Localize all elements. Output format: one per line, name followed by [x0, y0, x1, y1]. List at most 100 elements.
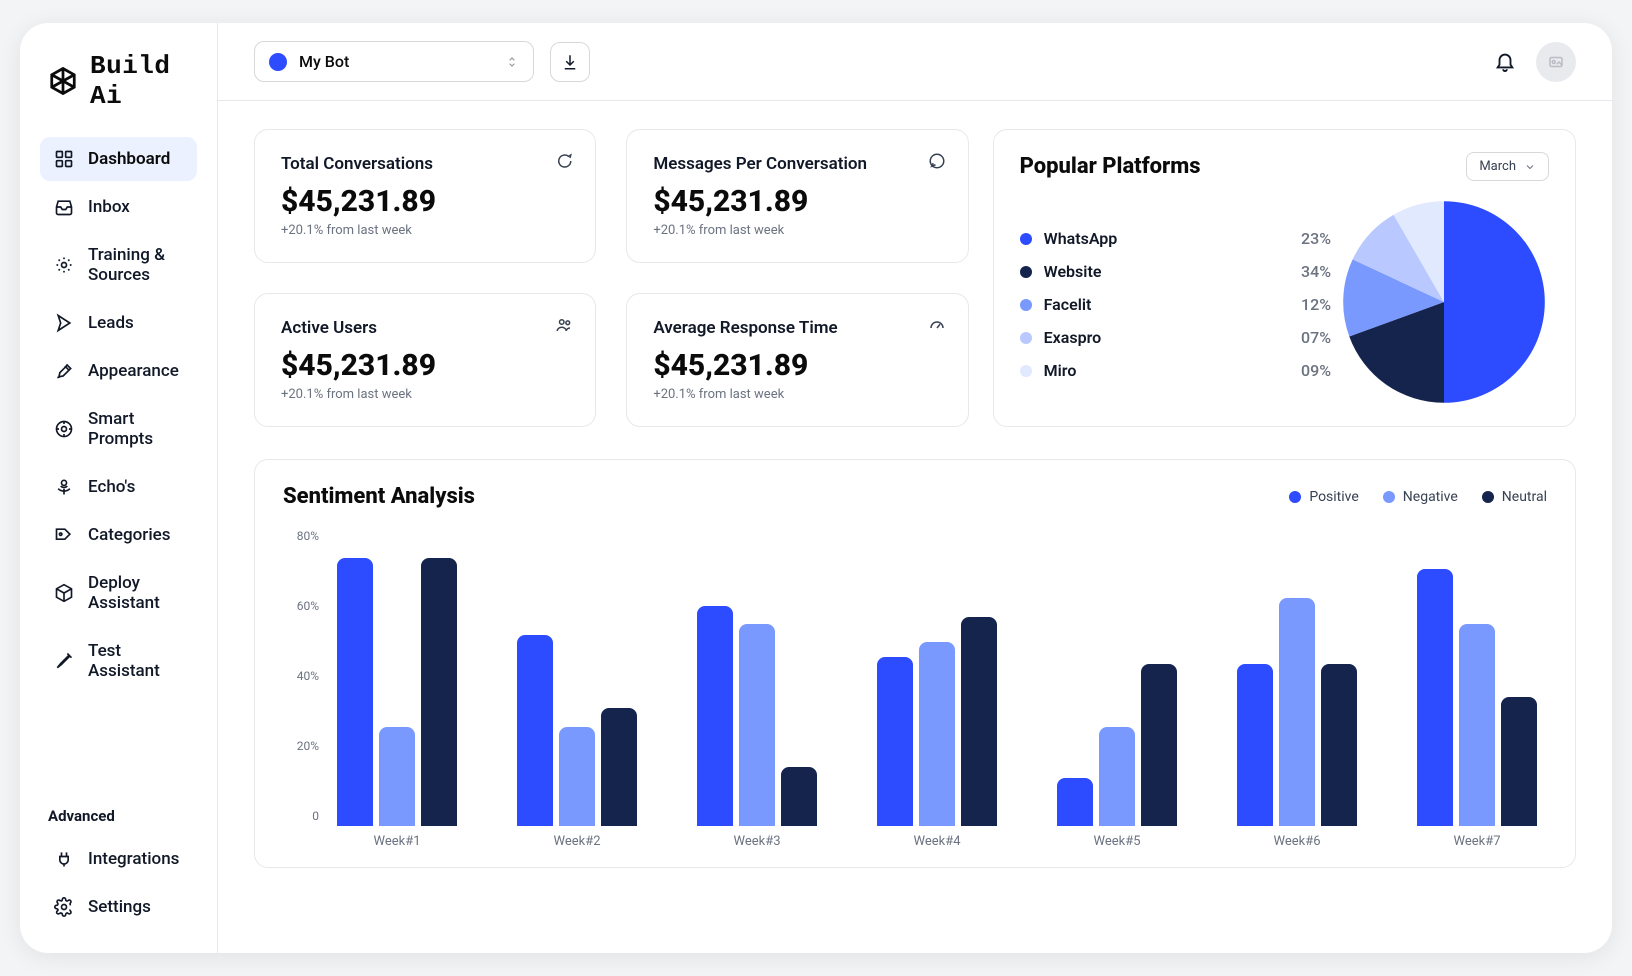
bar-neutral	[1321, 664, 1357, 826]
sidebar-item-smart-prompts[interactable]: Smart Prompts	[40, 397, 197, 461]
appearance-icon	[54, 361, 74, 381]
bot-selector[interactable]: My Bot	[254, 41, 534, 82]
chevron-down-icon	[1524, 161, 1536, 173]
sidebar-item-deploy[interactable]: Deploy Assistant	[40, 561, 197, 625]
platform-legend-row: WhatsApp 23%	[1020, 229, 1331, 248]
bar-positive	[1057, 778, 1093, 826]
bar-neutral	[1141, 664, 1177, 826]
sidebar-item-label: Categories	[88, 525, 171, 545]
deploy-icon	[54, 583, 74, 603]
sidebar-item-appearance[interactable]: Appearance	[40, 349, 197, 393]
plot-area	[327, 529, 1547, 826]
download-button[interactable]	[550, 42, 590, 82]
advanced-section-label: Advanced	[40, 799, 197, 833]
sentiment-legend: Positive Negative Neutral	[1289, 489, 1547, 505]
y-tick: 40%	[297, 669, 319, 683]
download-icon	[561, 53, 579, 71]
notifications-button[interactable]	[1494, 50, 1518, 74]
content: Total Conversations $45,231.89 +20.1% fr…	[218, 101, 1612, 953]
bot-status-dot	[269, 53, 287, 71]
chat-icon	[555, 152, 573, 170]
card-value: $45,231.89	[653, 184, 941, 219]
stat-avg-response: Average Response Time $45,231.89 +20.1% …	[626, 293, 968, 427]
sidebar: Build Ai Dashboard Inbox Training & Sour…	[20, 23, 218, 953]
sentiment-title: Sentiment Analysis	[283, 484, 475, 509]
sidebar-item-label: Training & Sources	[88, 245, 183, 285]
sidebar-item-test[interactable]: Test Assistant	[40, 629, 197, 693]
sidebar-item-settings[interactable]: Settings	[40, 885, 197, 929]
bot-name: My Bot	[299, 52, 349, 71]
card-title: Average Response Time	[653, 318, 941, 338]
messages-icon	[928, 152, 946, 170]
card-value: $45,231.89	[281, 184, 569, 219]
card-value: $45,231.89	[281, 348, 569, 383]
users-icon	[555, 316, 573, 334]
legend-dot-negative	[1383, 491, 1395, 503]
popular-platforms-card: Popular Platforms March WhatsApp 23% Web…	[993, 129, 1576, 427]
x-tick: Week#2	[517, 834, 637, 849]
avatar[interactable]	[1536, 42, 1576, 82]
legend-dot-positive	[1289, 491, 1301, 503]
y-tick: 0	[312, 809, 319, 823]
sidebar-item-label: Deploy Assistant	[88, 573, 183, 613]
sidebar-item-label: Test Assistant	[88, 641, 183, 681]
bar-positive	[1417, 569, 1453, 826]
brand-name: Build Ai	[90, 51, 189, 111]
sidebar-item-leads[interactable]: Leads	[40, 301, 197, 345]
bar-neutral	[961, 617, 997, 826]
platform-name: Facelit	[1044, 295, 1092, 314]
inbox-icon	[54, 197, 74, 217]
dashboard-icon	[54, 149, 74, 169]
bar-neutral	[601, 708, 637, 826]
sidebar-item-dashboard[interactable]: Dashboard	[40, 137, 197, 181]
sidebar-item-training[interactable]: Training & Sources	[40, 233, 197, 297]
week-group	[1057, 532, 1177, 826]
platform-pct: 12%	[1301, 295, 1331, 314]
x-tick: Week#7	[1417, 834, 1537, 849]
legend-dot	[1020, 365, 1032, 377]
x-tick: Week#1	[337, 834, 457, 849]
training-icon	[54, 255, 74, 275]
bar-neutral	[781, 767, 817, 826]
sidebar-item-inbox[interactable]: Inbox	[40, 185, 197, 229]
main: My Bot Total Conversations $45,231.89 +2…	[218, 23, 1612, 953]
bar-positive	[517, 635, 553, 826]
sidebar-item-label: Inbox	[88, 197, 130, 217]
platform-name: Exaspro	[1044, 328, 1102, 347]
week-group	[1417, 532, 1537, 826]
x-tick: Week#5	[1057, 834, 1177, 849]
card-sub: +20.1% from last week	[653, 387, 941, 402]
platform-legend-row: Facelit 12%	[1020, 295, 1331, 314]
echos-icon	[54, 477, 74, 497]
sidebar-item-echos[interactable]: Echo's	[40, 465, 197, 509]
y-tick: 80%	[297, 529, 319, 543]
sidebar-item-label: Dashboard	[88, 149, 170, 169]
legend-label: Negative	[1403, 489, 1458, 505]
chevron-updown-icon	[505, 55, 519, 69]
bar-neutral	[421, 558, 457, 826]
platform-name: Miro	[1044, 361, 1077, 380]
sidebar-item-label: Leads	[88, 313, 134, 333]
bar-negative	[1099, 727, 1135, 826]
platform-legend-row: Website 34%	[1020, 262, 1331, 281]
bar-positive	[337, 558, 373, 826]
month-selector[interactable]: March	[1466, 152, 1549, 181]
gauge-icon	[928, 316, 946, 334]
test-icon	[54, 651, 74, 671]
sidebar-item-integrations[interactable]: Integrations	[40, 837, 197, 881]
legend-dot	[1020, 266, 1032, 278]
sidebar-item-categories[interactable]: Categories	[40, 513, 197, 557]
bar-negative	[379, 727, 415, 826]
card-sub: +20.1% from last week	[653, 223, 941, 238]
y-tick: 20%	[297, 739, 319, 753]
categories-icon	[54, 525, 74, 545]
y-axis: 80%60%40%20%0	[283, 529, 327, 823]
stat-total-conversations: Total Conversations $45,231.89 +20.1% fr…	[254, 129, 596, 263]
sidebar-item-label: Settings	[88, 897, 151, 917]
top-row: Total Conversations $45,231.89 +20.1% fr…	[254, 129, 1576, 427]
legend-label: Positive	[1309, 489, 1358, 505]
sidebar-item-label: Echo's	[88, 477, 135, 497]
platform-name: Website	[1044, 262, 1102, 281]
legend-dot-neutral	[1482, 491, 1494, 503]
sidebar-item-label: Appearance	[88, 361, 179, 381]
